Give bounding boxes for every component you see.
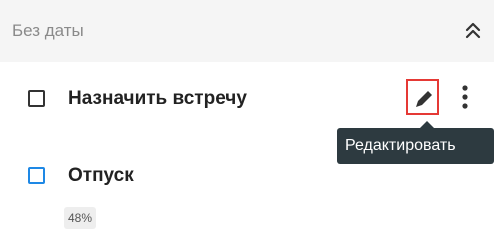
vertical-dots-icon	[462, 85, 468, 109]
edit-tooltip: Редактировать	[337, 128, 494, 164]
progress-badge: 48%	[64, 207, 97, 229]
task-checkbox[interactable]	[28, 167, 45, 184]
collapse-section-button[interactable]	[461, 18, 485, 42]
pencil-icon	[416, 91, 432, 107]
tooltip-arrow	[420, 121, 434, 128]
task-title[interactable]: Отпуск	[68, 165, 134, 187]
more-options-button[interactable]	[457, 84, 473, 110]
task-title[interactable]: Назначить встречу	[68, 88, 247, 110]
edit-task-button[interactable]	[406, 79, 439, 115]
task-checkbox[interactable]	[28, 90, 45, 107]
double-chevron-up-icon	[465, 22, 481, 39]
section-header: Без даты	[0, 0, 494, 62]
section-title: Без даты	[12, 21, 84, 40]
